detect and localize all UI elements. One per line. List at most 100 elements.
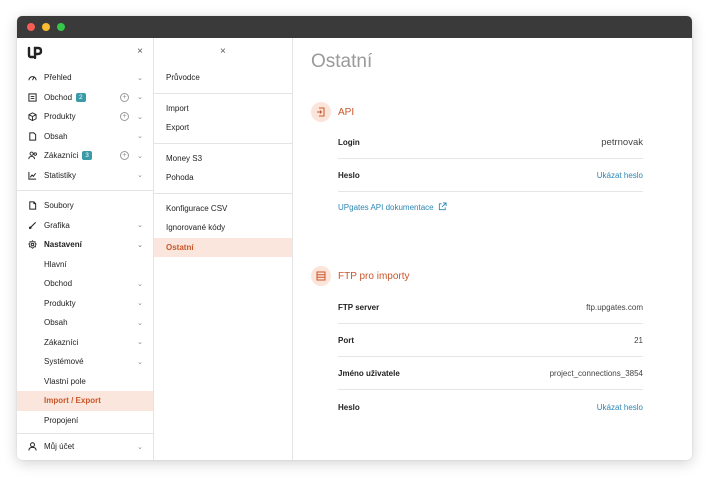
submenu-panel: × Průvodce Import Export Money S3 Pohoda Konf…	[154, 38, 293, 460]
submenu-item-import[interactable]: Import	[154, 99, 292, 119]
sidebar-item-label: Obsah	[44, 131, 68, 141]
document-icon	[27, 132, 38, 141]
chevron-down-icon[interactable]: ⌄	[137, 132, 143, 140]
sidebar-item-soubory[interactable]: Soubory	[17, 196, 153, 216]
sidebar-item-systemove[interactable]: Systémové ⌄	[17, 352, 153, 372]
ftp-user-label: Jméno uživatele	[338, 368, 400, 378]
sidebar-item-grafika[interactable]: Grafika ⌄	[17, 216, 153, 236]
sidebar-item-obsah[interactable]: Obsah ⌄	[17, 127, 153, 147]
chevron-down-icon[interactable]: ⌄	[137, 74, 143, 82]
api-password-row: Heslo Ukázat heslo	[338, 159, 643, 192]
sidebar-item-label: Soubory	[44, 201, 74, 211]
sidebar-item-label: Statistiky	[44, 170, 77, 180]
show-password-link[interactable]: Ukázat heslo	[597, 171, 643, 180]
sidebar-item-label: Import / Export	[44, 396, 101, 406]
add-icon[interactable]: +	[120, 112, 129, 122]
sidebar-item-zakaznici[interactable]: Zákazníci 3 + ⌄	[17, 146, 153, 166]
chevron-down-icon[interactable]: ⌄	[137, 171, 143, 179]
user-icon	[27, 442, 38, 451]
submenu-item-money-s3[interactable]: Money S3	[154, 149, 292, 169]
sidebar-item-vlastni-pole[interactable]: Vlastní pole	[17, 372, 153, 392]
sidebar-item-label: Produkty	[44, 112, 76, 122]
chevron-down-icon[interactable]: ⌄	[137, 241, 143, 249]
sidebar-item-propojeni[interactable]: Propojení	[17, 411, 153, 431]
ftp-section-title: FTP pro importy	[338, 270, 410, 282]
chevron-down-icon[interactable]: ⌄	[137, 338, 143, 346]
divider	[154, 142, 292, 144]
sidebar-item-account[interactable]: Můj účet ⌄	[17, 437, 153, 457]
maximize-window-button[interactable]	[57, 23, 65, 31]
sidebar-item-obsah[interactable]: Obsah ⌄	[17, 313, 153, 333]
api-docs-row: UPgates API dokumentace	[338, 191, 643, 224]
chevron-down-icon[interactable]: ⌄	[137, 299, 143, 307]
api-docs-link[interactable]: UPgates API dokumentace	[338, 203, 434, 212]
submenu-item-ignorovane-kody[interactable]: Ignorované kódy	[154, 218, 292, 238]
sidebar-item-label: Přehled	[44, 73, 72, 83]
submenu-item-ostatni[interactable]: Ostatní	[154, 237, 292, 257]
chevron-down-icon[interactable]: ⌄	[137, 443, 143, 451]
sidebar: × Přehled ⌄ Obchod 2 + ⌄ Produkty + ⌄ Obsah ⌄ Zákaz…	[17, 38, 154, 460]
api-login-row: Login petrnovak	[338, 126, 643, 159]
ftp-port-row: Port 21	[338, 324, 643, 357]
ftp-port-label: Port	[338, 335, 354, 345]
box-icon	[27, 112, 38, 122]
submenu-item-pruvodce[interactable]: Průvodce	[154, 68, 292, 88]
divider	[154, 92, 292, 94]
submenu-item-konfigurace-csv[interactable]: Konfigurace CSV	[154, 199, 292, 219]
sidebar-item-label: Můj účet	[44, 442, 75, 452]
sidebar-item-label: Zákazníci	[44, 337, 79, 347]
api-section-header: API	[311, 102, 354, 122]
chevron-down-icon[interactable]: ⌄	[137, 221, 143, 229]
app-window: × Přehled ⌄ Obchod 2 + ⌄ Produkty + ⌄ Obsah ⌄ Zákaz…	[17, 16, 692, 460]
chevron-down-icon[interactable]: ⌄	[137, 358, 143, 366]
sidebar-item-label: Obchod	[44, 92, 73, 102]
ftp-show-password-link[interactable]: Ukázat heslo	[597, 403, 643, 412]
minimize-window-button[interactable]	[42, 23, 50, 31]
cash-register-icon	[27, 93, 38, 102]
upgates-logo[interactable]	[27, 45, 43, 61]
count-badge: 3	[82, 151, 92, 161]
sidebar-item-label: Vlastní pole	[44, 376, 86, 386]
submenu-item-pohoda[interactable]: Pohoda	[154, 168, 292, 188]
api-icon	[311, 102, 331, 122]
sidebar-item-zakaznici[interactable]: Zákazníci ⌄	[17, 333, 153, 353]
submenu-close-icon[interactable]: ×	[220, 46, 226, 57]
password-label: Heslo	[338, 170, 360, 180]
ftp-section-header: FTP pro importy	[311, 266, 410, 286]
sidebar-item-label: Hlavní	[44, 259, 67, 269]
add-icon[interactable]: +	[120, 92, 129, 102]
sidebar-item-produkty[interactable]: Produkty + ⌄	[17, 107, 153, 127]
sidebar-item-import-export[interactable]: Import / Export	[17, 391, 153, 411]
count-badge: 2	[76, 92, 86, 102]
sidebar-item-label: Obsah	[44, 318, 68, 328]
title-bar	[17, 16, 692, 38]
submenu-item-export[interactable]: Export	[154, 118, 292, 138]
ftp-user-value: project_connections_3854	[549, 368, 643, 378]
sidebar-item-produkty[interactable]: Produkty ⌄	[17, 294, 153, 314]
sidebar-item-label: Produkty	[44, 298, 76, 308]
add-icon[interactable]: +	[120, 151, 129, 161]
ftp-server-label: FTP server	[338, 302, 380, 312]
sidebar-item-statistiky[interactable]: Statistiky ⌄	[17, 166, 153, 186]
chevron-down-icon[interactable]: ⌄	[137, 113, 143, 121]
sidebar-item-label: Nastavení	[44, 240, 82, 250]
close-window-button[interactable]	[27, 23, 35, 31]
sidebar-item-nastaveni[interactable]: Nastavení ⌄	[17, 235, 153, 255]
gauge-icon	[27, 73, 38, 82]
chevron-down-icon[interactable]: ⌄	[137, 280, 143, 288]
ftp-user-row: Jméno uživatele project_connections_3854	[338, 357, 643, 390]
sidebar-item-prehled[interactable]: Přehled ⌄	[17, 68, 153, 88]
server-icon	[311, 266, 331, 286]
page-title: Ostatní	[311, 51, 373, 72]
sidebar-item-hlavni[interactable]: Hlavní	[17, 255, 153, 275]
ftp-port-value: 21	[634, 335, 643, 345]
chevron-down-icon[interactable]: ⌄	[137, 152, 143, 160]
sidebar-item-obchod[interactable]: Obchod ⌄	[17, 274, 153, 294]
chart-icon	[27, 171, 38, 180]
sidebar-item-obchod[interactable]: Obchod 2 + ⌄	[17, 88, 153, 108]
api-section-title: API	[338, 106, 355, 118]
external-link-icon[interactable]	[438, 202, 447, 213]
chevron-down-icon[interactable]: ⌄	[137, 319, 143, 327]
sidebar-close-icon[interactable]: ×	[137, 46, 143, 57]
chevron-down-icon[interactable]: ⌄	[137, 93, 143, 101]
